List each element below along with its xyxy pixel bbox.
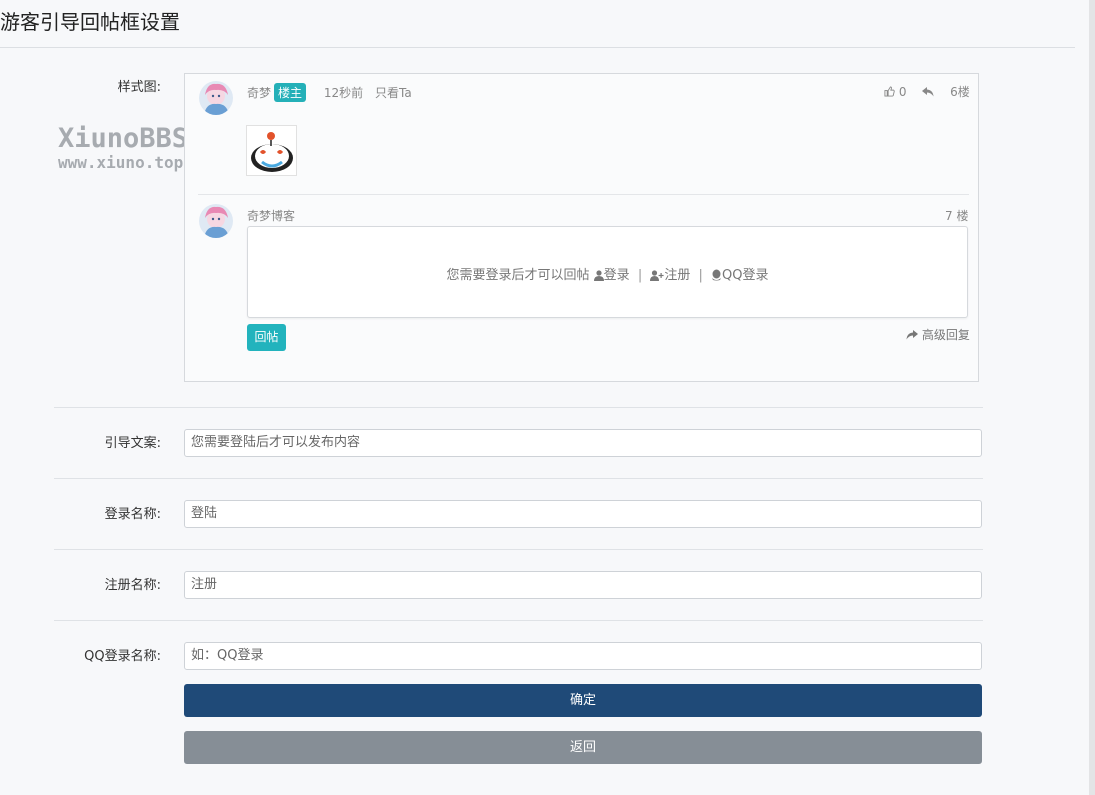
guide-line: 您需要登录后才可以回帖 登录 | 注册 | QQ登录 xyxy=(248,264,967,285)
like-icon[interactable] xyxy=(884,85,899,99)
row-divider xyxy=(54,407,983,408)
row-divider xyxy=(54,478,983,479)
qq-login-name-label: QQ登录名称: xyxy=(84,649,161,664)
confirm-button[interactable]: 确定 xyxy=(184,684,982,717)
avatar xyxy=(199,81,233,115)
qq-login-name-input[interactable]: 如：QQ登录 xyxy=(184,642,982,670)
post-floor: 6楼 xyxy=(950,85,970,99)
page-title: 游客引导回帖框设置 xyxy=(0,10,180,34)
reply-username[interactable]: 奇梦博客 xyxy=(247,207,295,224)
register-name-input[interactable]: 注册 xyxy=(184,571,982,599)
row-divider xyxy=(54,620,983,621)
advanced-reply-link[interactable]: 高级回复 xyxy=(906,326,970,343)
post-meta: 奇梦 楼主 12秒前 只看Ta xyxy=(247,83,412,102)
login-name-label: 登录名称: xyxy=(104,507,161,522)
register-link[interactable]: 注册 xyxy=(664,268,690,283)
reply-arrow-icon[interactable] xyxy=(922,85,938,99)
user-icon xyxy=(593,270,604,285)
user-plus-icon xyxy=(650,270,664,285)
reply-floor: 7 楼 xyxy=(945,209,969,223)
qq-login-link[interactable]: QQ登录 xyxy=(722,268,768,283)
separator: | xyxy=(698,268,703,283)
only-view-link[interactable]: 只看Ta xyxy=(375,86,412,100)
guide-text-input[interactable]: 您需要登陆后才可以发布内容 xyxy=(184,429,982,457)
watermark-title: XiunoBBS xyxy=(58,123,189,154)
guide-text: 您需要登录后才可以回帖 xyxy=(446,268,590,283)
emoji-sticker xyxy=(246,125,297,176)
post-divider xyxy=(198,194,969,195)
login-link[interactable]: 登录 xyxy=(604,268,630,283)
back-button[interactable]: 返回 xyxy=(184,731,982,764)
row-divider xyxy=(54,549,983,550)
owner-badge: 楼主 xyxy=(274,83,307,102)
reply-guide-box[interactable]: 您需要登录后才可以回帖 登录 | 注册 | QQ登录 xyxy=(247,226,968,318)
share-arrow-icon xyxy=(906,328,922,342)
avatar xyxy=(199,204,233,238)
qq-icon xyxy=(711,269,722,285)
title-divider xyxy=(0,47,1075,48)
page-scrollbar[interactable] xyxy=(1089,0,1095,795)
like-count: 0 xyxy=(898,85,907,99)
watermark: XiunoBBS www.xiuno.top xyxy=(58,123,188,172)
post-actions: 0 6楼 xyxy=(884,83,970,100)
register-name-label: 注册名称: xyxy=(104,578,161,593)
post-time: 12秒前 xyxy=(323,86,364,100)
advanced-reply-label: 高级回复 xyxy=(921,328,970,342)
post-username[interactable]: 奇梦 xyxy=(247,86,271,100)
watermark-url: www.xiuno.top xyxy=(58,153,184,172)
preview-label: 样式图: xyxy=(117,80,161,95)
guide-text-label: 引导文案: xyxy=(104,436,161,451)
login-name-input[interactable]: 登陆 xyxy=(184,500,982,528)
reply-button[interactable]: 回帖 xyxy=(247,324,286,351)
separator: | xyxy=(637,268,643,283)
